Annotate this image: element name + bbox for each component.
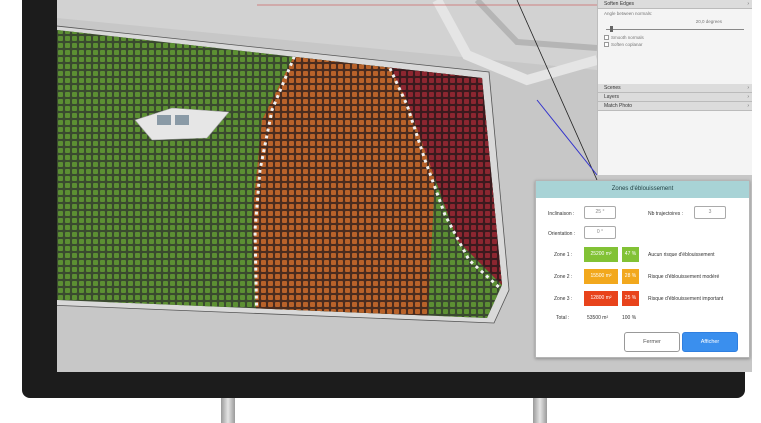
total-area: 53500 m² [587, 315, 609, 321]
dialog-title: Zones d'éblouissement [536, 181, 749, 198]
inclination-input[interactable]: 25 ° [584, 206, 616, 219]
building-window [175, 115, 189, 125]
zone-3-label: Zone 3 : [554, 296, 573, 302]
normals-angle-label: Angle between normals: [604, 11, 653, 16]
smooth-normals-checkbox[interactable] [604, 35, 609, 40]
total-percent: 100 % [622, 315, 637, 321]
tray-section-soften-edges[interactable]: Soften Edges [598, 0, 752, 9]
tray-section-layers[interactable]: Layers [598, 93, 752, 102]
zone-1-description: Aucun risque d'éblouissement [648, 252, 715, 258]
zone-1-label: Zone 1 : [554, 252, 573, 258]
soften-coplanar-row[interactable]: Soften coplanar [598, 41, 752, 48]
angle-value: 20,0 degrees [695, 19, 722, 24]
default-tray: Soften Edges Angle between normals: 20,0… [597, 0, 752, 175]
zone-2-description: Risque d'éblouissement modéré [648, 274, 720, 280]
slider-knob[interactable] [610, 26, 613, 32]
tray-spacer [598, 48, 752, 84]
zone-2-label: Zone 2 : [554, 274, 573, 280]
total-label: Total : [556, 315, 570, 321]
soften-coplanar-label: Soften coplanar [611, 42, 643, 47]
show-button[interactable]: Afficher [682, 332, 738, 352]
monitor-stand-right [533, 398, 547, 423]
glare-zones-dialog: Zones d'éblouissement Inclinaison : 25 °… [535, 180, 750, 358]
tray-section-match-photo[interactable]: Match Photo [598, 102, 752, 111]
zone-3-area: 12800 m² [584, 291, 618, 306]
trajectories-input[interactable]: 3 [694, 206, 726, 219]
building-window [157, 115, 171, 125]
inclination-label: Inclinaison : [548, 211, 575, 217]
soften-coplanar-checkbox[interactable] [604, 42, 609, 47]
orientation-input[interactable]: 0 ° [584, 226, 616, 239]
trajectories-label: Nb trajectoires : [648, 211, 684, 217]
tray-section-scenes[interactable]: Scenes [598, 84, 752, 93]
smooth-normals-row[interactable]: Smooth normals [598, 34, 752, 41]
zone-1-percent: 47 % [622, 247, 639, 262]
zone-3-percent: 25 % [622, 291, 639, 306]
smooth-normals-label: Smooth normals [611, 35, 644, 40]
zone-2-area: 15500 m² [584, 269, 618, 284]
screen: Soften Edges Angle between normals: 20,0… [57, 0, 752, 372]
orientation-label: Orientation : [548, 231, 576, 237]
monitor-stand-left [221, 398, 235, 423]
zone-2-percent: 28 % [622, 269, 639, 284]
zone-1-area: 25200 m² [584, 247, 618, 262]
close-button[interactable]: Fermer [624, 332, 680, 352]
angle-slider[interactable] [606, 25, 744, 33]
zone-3-description: Risque d'éblouissement important [648, 296, 724, 302]
